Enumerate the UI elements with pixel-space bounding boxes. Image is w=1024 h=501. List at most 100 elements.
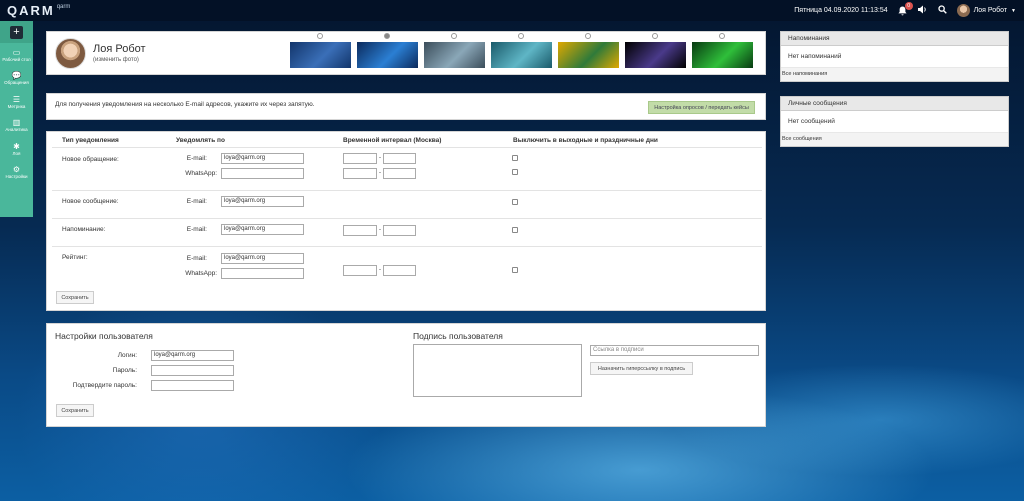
theme-thumbnail[interactable] bbox=[625, 42, 686, 68]
theme-option[interactable] bbox=[491, 33, 552, 68]
chart-icon: ▥ bbox=[12, 118, 21, 128]
sidebar-item-metrics[interactable]: ☰ Метрика bbox=[0, 90, 33, 114]
header-notify-by: Уведомлять по bbox=[176, 137, 225, 144]
sidebar-item-requests[interactable]: 💬 Обращения bbox=[0, 67, 33, 91]
disable-weekends-checkbox[interactable] bbox=[512, 227, 518, 233]
disable-weekends-checkbox[interactable] bbox=[512, 155, 518, 161]
sidebar-item-label: Аналитика bbox=[5, 127, 28, 133]
email-field[interactable]: loya@qarm.org bbox=[221, 196, 304, 207]
confirm-password-field[interactable] bbox=[151, 380, 234, 391]
theme-radio[interactable] bbox=[719, 33, 725, 39]
all-reminders-link[interactable]: Все напоминания bbox=[781, 68, 1008, 81]
confirm-password-label: Подтвердите пароль: bbox=[72, 382, 137, 389]
interval-dash: - bbox=[379, 170, 381, 176]
reminders-widget: Напоминания Нет напоминаний Все напомина… bbox=[780, 31, 1009, 82]
password-field[interactable] bbox=[151, 365, 234, 376]
user-name: Лоя Робот bbox=[973, 7, 1008, 14]
login-field[interactable]: loya@qarm.org bbox=[151, 350, 234, 361]
sidebar-item-loya[interactable]: ✱ Лоя bbox=[0, 137, 33, 161]
password-label: Пароль: bbox=[112, 367, 137, 374]
whatsapp-label: WhatsApp: bbox=[185, 170, 217, 177]
theme-option[interactable] bbox=[357, 33, 418, 68]
email-label: E-mail: bbox=[186, 155, 207, 162]
theme-option[interactable] bbox=[424, 33, 485, 68]
email-field[interactable]: loya@qarm.org bbox=[221, 224, 304, 235]
user-menu[interactable]: Лоя Робот ▼ bbox=[956, 4, 1016, 17]
user-settings-title: Настройки пользователя bbox=[55, 331, 153, 341]
sidebar-item-analytics[interactable]: ▥ Аналитика bbox=[0, 114, 33, 138]
theme-option[interactable] bbox=[625, 33, 686, 68]
disable-weekends-checkbox[interactable] bbox=[512, 267, 518, 273]
divider bbox=[52, 246, 762, 247]
theme-thumbnail[interactable] bbox=[357, 42, 418, 68]
survey-settings-button[interactable]: Настройка опросов / передать кейсы bbox=[648, 101, 755, 114]
disable-weekends-checkbox[interactable] bbox=[512, 199, 518, 205]
bell-icon[interactable]: 0 bbox=[898, 1, 913, 16]
save-button[interactable]: Сохранить bbox=[56, 291, 94, 304]
sidebar-item-label: Рабочий стол bbox=[2, 56, 31, 62]
login-label: Логин: bbox=[117, 352, 137, 359]
all-messages-link[interactable]: Все сообщения bbox=[781, 133, 1008, 146]
reminders-title: Напоминания bbox=[781, 32, 1008, 46]
signature-textarea[interactable] bbox=[413, 344, 582, 397]
theme-thumbnail[interactable] bbox=[491, 42, 552, 68]
notice-panel: Для получения уведомления на несколько E… bbox=[46, 93, 766, 120]
profile-name: Лоя Робот bbox=[93, 43, 146, 55]
notice-text: Для получения уведомления на несколько E… bbox=[55, 101, 315, 108]
sidebar-item-label: Настройки bbox=[5, 174, 28, 180]
signature-title: Подпись пользователя bbox=[413, 331, 503, 341]
theme-option[interactable] bbox=[290, 33, 351, 68]
interval-dash: - bbox=[379, 267, 381, 273]
save-button[interactable]: Сохранить bbox=[56, 404, 94, 417]
top-bar: QARM qarm Пятница 04.09.2020 11:13:54 0 … bbox=[0, 0, 1024, 21]
theme-radio[interactable] bbox=[518, 33, 524, 39]
app-logo-sub: qarm bbox=[56, 3, 71, 10]
notification-settings-panel: Тип уведомления Уведомлять по Временной … bbox=[46, 131, 766, 311]
theme-option[interactable] bbox=[558, 33, 619, 68]
spinner-icon: ✱ bbox=[13, 141, 20, 151]
theme-picker bbox=[290, 33, 753, 68]
disable-weekends-checkbox[interactable] bbox=[512, 169, 518, 175]
theme-radio[interactable] bbox=[585, 33, 591, 39]
signature-link-field[interactable]: Ссылка в подписи bbox=[590, 345, 759, 356]
whatsapp-field[interactable] bbox=[221, 168, 304, 179]
interval-to-field[interactable] bbox=[383, 265, 416, 276]
theme-thumbnail[interactable] bbox=[558, 42, 619, 68]
assign-hyperlink-button[interactable]: Назначить гиперссылку в подпись bbox=[590, 362, 693, 375]
theme-radio[interactable] bbox=[652, 33, 658, 39]
add-button[interactable]: + bbox=[0, 21, 33, 43]
interval-from-field[interactable] bbox=[343, 225, 377, 236]
gear-icon: ⚙ bbox=[12, 165, 21, 175]
theme-radio[interactable] bbox=[317, 33, 323, 39]
theme-thumbnail[interactable] bbox=[692, 42, 753, 68]
email-field[interactable]: loya@qarm.org bbox=[221, 253, 304, 264]
profile-panel: Лоя Робот (изменить фото) bbox=[46, 31, 766, 75]
user-settings-panel: Настройки пользователя Логин: loya@qarm.… bbox=[46, 323, 766, 427]
divider bbox=[52, 218, 762, 219]
sidebar-item-desktop[interactable]: ▭ Рабочий стол bbox=[0, 43, 33, 67]
interval-from-field[interactable] bbox=[343, 168, 377, 179]
header-interval: Временной интервал (Москва) bbox=[343, 137, 442, 144]
theme-thumbnail[interactable] bbox=[424, 42, 485, 68]
email-label: E-mail: bbox=[186, 226, 207, 233]
email-label: E-mail: bbox=[186, 198, 207, 205]
messages-empty: Нет сообщений bbox=[781, 111, 1008, 133]
change-photo-link[interactable]: (изменить фото) bbox=[93, 57, 139, 63]
theme-thumbnail[interactable] bbox=[290, 42, 351, 68]
theme-radio[interactable] bbox=[384, 33, 390, 39]
interval-to-field[interactable] bbox=[383, 153, 416, 164]
sidebar-item-settings[interactable]: ⚙ Настройки bbox=[0, 161, 33, 185]
avatar[interactable] bbox=[55, 38, 86, 69]
interval-from-field[interactable] bbox=[343, 153, 377, 164]
email-field[interactable]: loya@qarm.org bbox=[221, 153, 304, 164]
app-logo[interactable]: QARM bbox=[7, 3, 55, 18]
volume-icon[interactable] bbox=[917, 5, 928, 16]
theme-radio[interactable] bbox=[451, 33, 457, 39]
interval-to-field[interactable] bbox=[383, 225, 416, 236]
interval-from-field[interactable] bbox=[343, 265, 377, 276]
interval-dash: - bbox=[379, 155, 381, 161]
whatsapp-field[interactable] bbox=[221, 268, 304, 279]
search-icon[interactable] bbox=[937, 5, 947, 16]
interval-to-field[interactable] bbox=[383, 168, 416, 179]
theme-option[interactable] bbox=[692, 33, 753, 68]
